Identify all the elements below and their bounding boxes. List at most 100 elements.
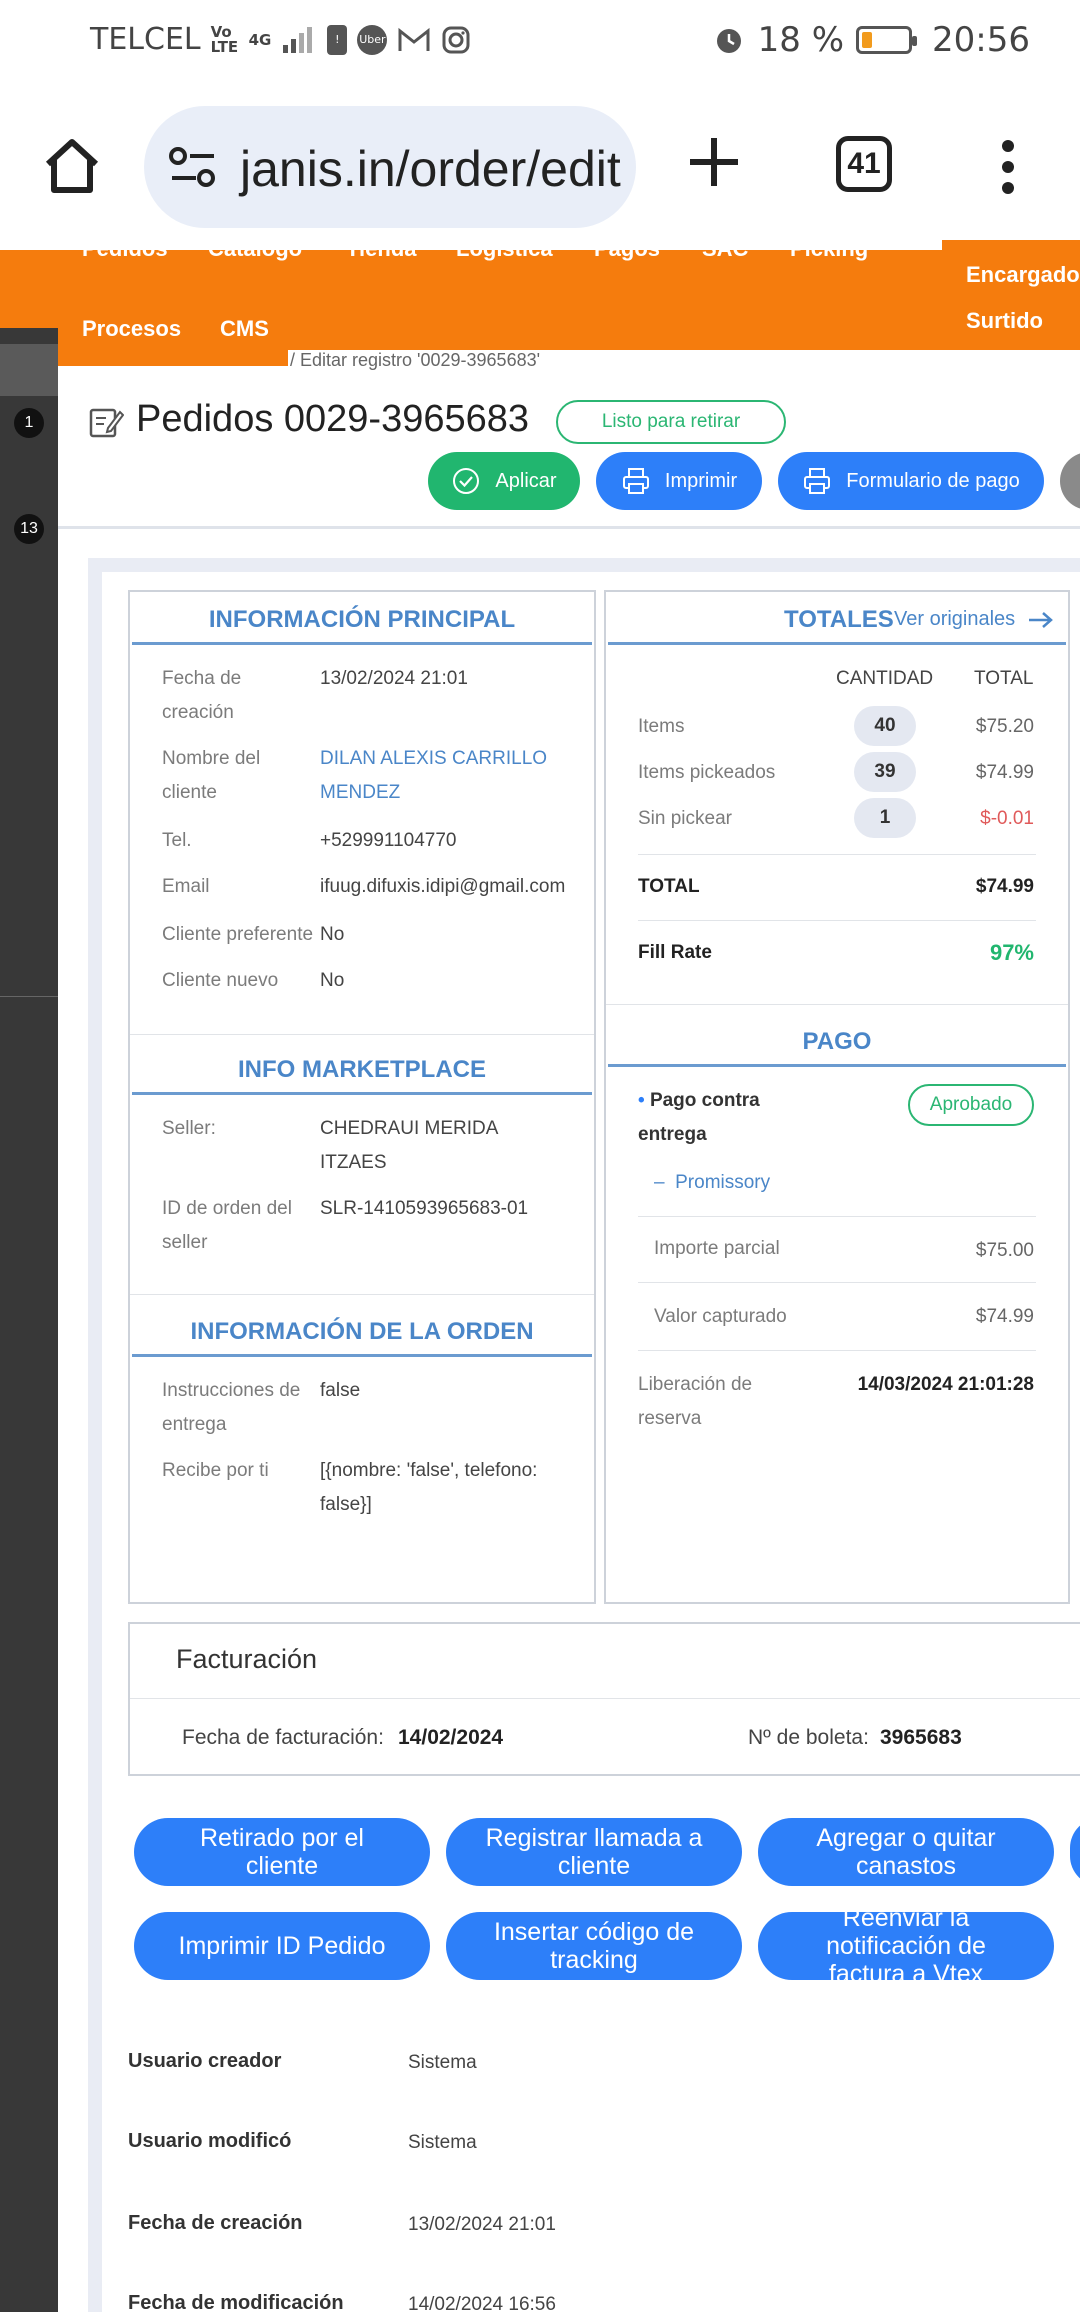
payment-status-badge: Aprobado xyxy=(908,1084,1034,1126)
user-role-line1: Encargado C xyxy=(966,262,1080,287)
qty-badge: 40 xyxy=(854,706,916,746)
release-label: Liberación de reserva xyxy=(638,1374,753,1429)
fill-rate-label: Fill Rate xyxy=(638,942,712,963)
home-icon[interactable] xyxy=(40,134,104,198)
qty-badge: 39 xyxy=(854,752,916,792)
picked-up-by-customer-button[interactable]: Retirado por el cliente xyxy=(134,1818,430,1886)
section-divider xyxy=(606,1004,1068,1005)
sidebar-badge-13[interactable]: 13 xyxy=(14,514,44,544)
totals-row-label: Items xyxy=(638,716,685,737)
alarm-icon xyxy=(716,29,741,53)
nav-item-catalogo[interactable]: Catálogo xyxy=(208,236,302,262)
insert-tracking-button[interactable]: Insertar código de tracking xyxy=(446,1912,742,1980)
billing-date-value: 14/02/2024 xyxy=(398,1726,504,1749)
info-orden-title: INFORMACIÓN DE LA ORDEN xyxy=(190,1318,534,1345)
nav-item-picking[interactable]: Picking xyxy=(790,236,868,262)
instagram-icon xyxy=(442,26,470,53)
totals-row-label: Sin pickear xyxy=(638,808,732,829)
meta-label: Usuario creador xyxy=(128,2050,282,2072)
more-actions-button[interactable] xyxy=(1060,452,1080,510)
nav-item-logistica[interactable]: Logística xyxy=(456,236,553,262)
add-remove-baskets-button[interactable]: Agregar o quitar canastos xyxy=(758,1818,1054,1886)
field-label: Email xyxy=(162,876,210,897)
new-tab-icon[interactable] xyxy=(686,134,742,190)
apply-button[interactable]: Aplicar xyxy=(428,452,580,510)
totals-row-label: Items pickeados xyxy=(638,762,776,783)
info-marketplace-title: INFO MARKETPLACE xyxy=(238,1056,486,1083)
totals-divider xyxy=(638,920,1036,921)
field-value: No xyxy=(320,970,345,991)
tab-switcher-button[interactable]: 41 xyxy=(836,136,892,192)
uber-icon: Uber xyxy=(357,24,388,55)
captured-amount-label: Valor capturado xyxy=(654,1306,787,1327)
nav-item-tienda[interactable]: Tienda xyxy=(346,236,417,262)
status-bar: TELCEL Vo LTE 4G ! Uber 18 % 20:56 xyxy=(0,0,1080,84)
receipt-number-value: 3965683 xyxy=(880,1726,962,1749)
qty-badge: 1 xyxy=(854,798,916,838)
nav-item-pedidos[interactable]: Pedidos xyxy=(82,236,168,262)
payment-method-label: Pago contra entrega xyxy=(638,1090,760,1145)
field-label: Tel. xyxy=(162,830,192,851)
pago-divider xyxy=(638,1216,1036,1217)
nav-item-cms[interactable]: CMS xyxy=(220,316,269,342)
overflow-menu-icon[interactable] xyxy=(998,140,1018,200)
gmail-icon xyxy=(398,27,430,51)
field-value: SLR-1410593965683-01 xyxy=(320,1198,529,1219)
meta-value: 14/02/2024 16:56 xyxy=(408,2294,556,2315)
field-value: No xyxy=(320,924,345,945)
payment-form-button[interactable]: Formulario de pago xyxy=(778,452,1044,510)
battery-percent: 18 % xyxy=(757,20,845,60)
qty-column-header: CANTIDAD xyxy=(836,668,934,689)
order-status-badge: Listo para retirar xyxy=(556,400,786,444)
payment-submethod: – Promissory xyxy=(654,1172,771,1193)
field-label: Recibe por ti xyxy=(162,1460,269,1481)
check-circle-icon xyxy=(453,468,480,494)
status-left: TELCEL Vo LTE 4G ! Uber xyxy=(90,22,471,57)
printer-icon xyxy=(804,468,831,494)
customer-name-link[interactable]: DILAN ALEXIS CARRILLO MENDEZ xyxy=(320,742,590,810)
section-underline xyxy=(132,1354,592,1357)
billing-divider xyxy=(130,1698,1080,1699)
section-underline xyxy=(608,642,1066,645)
billing-title: Facturación xyxy=(176,1644,318,1674)
site-settings-icon[interactable] xyxy=(168,144,218,190)
fill-rate-value: 97% xyxy=(989,940,1034,965)
address-bar[interactable]: janis.in/order/edit xyxy=(144,106,636,228)
clock: 20:56 xyxy=(932,20,1030,60)
totales-title: TOTALES xyxy=(784,606,894,633)
totals-divider xyxy=(638,854,1036,855)
nav-item-sac[interactable]: SAC xyxy=(702,236,748,262)
nav-item-procesos[interactable]: Procesos xyxy=(82,316,181,342)
field-value: false xyxy=(320,1380,361,1401)
field-label: Seller: xyxy=(162,1118,216,1139)
field-label: Cliente nuevo xyxy=(162,970,279,991)
field-label: Instrucciones de entrega xyxy=(162,1380,301,1435)
field-label: Fecha de creación xyxy=(162,668,242,723)
pago-divider xyxy=(638,1282,1036,1283)
url-text: janis.in/order/edit xyxy=(240,141,621,197)
print-order-id-button[interactable]: Imprimir ID Pedido xyxy=(134,1912,430,1980)
nav-item-pagos[interactable]: Pagos xyxy=(594,236,660,262)
resend-invoice-button[interactable]: Reenviar la notificación de factura a Vt… xyxy=(758,1912,1054,1980)
meta-value: Sistema xyxy=(408,2132,477,2153)
meta-label: Usuario modificó xyxy=(128,2130,292,2152)
meta-value: 13/02/2024 21:01 xyxy=(408,2214,556,2235)
sidebar-active-item[interactable] xyxy=(0,344,58,396)
section-divider xyxy=(130,1294,594,1295)
payment-submethod-label: Promissory xyxy=(675,1172,771,1193)
totals-row-amount: $74.99 xyxy=(975,762,1034,783)
captured-amount-value: $74.99 xyxy=(975,1306,1034,1327)
see-originals-link[interactable]: Ver originales xyxy=(894,608,1055,631)
register-call-button[interactable]: Registrar llamada a cliente xyxy=(446,1818,742,1886)
status-right: 18 % 20:56 xyxy=(712,20,1030,60)
field-value: CHEDRAUI MERIDA ITZAES xyxy=(320,1118,498,1173)
section-underline xyxy=(132,642,592,645)
sidebar-badge-1[interactable]: 1 xyxy=(14,408,44,438)
user-role-menu[interactable]: Encargado C Surtido xyxy=(942,240,1080,350)
field-label: Nombre del cliente xyxy=(162,748,261,803)
totals-row-amount: $75.20 xyxy=(975,716,1034,737)
print-button[interactable]: Imprimir xyxy=(596,452,762,510)
left-sidebar: 1 13 xyxy=(0,328,58,2312)
print-label: Imprimir xyxy=(664,469,738,492)
browser-toolbar: janis.in/order/edit 41 xyxy=(0,84,1080,250)
